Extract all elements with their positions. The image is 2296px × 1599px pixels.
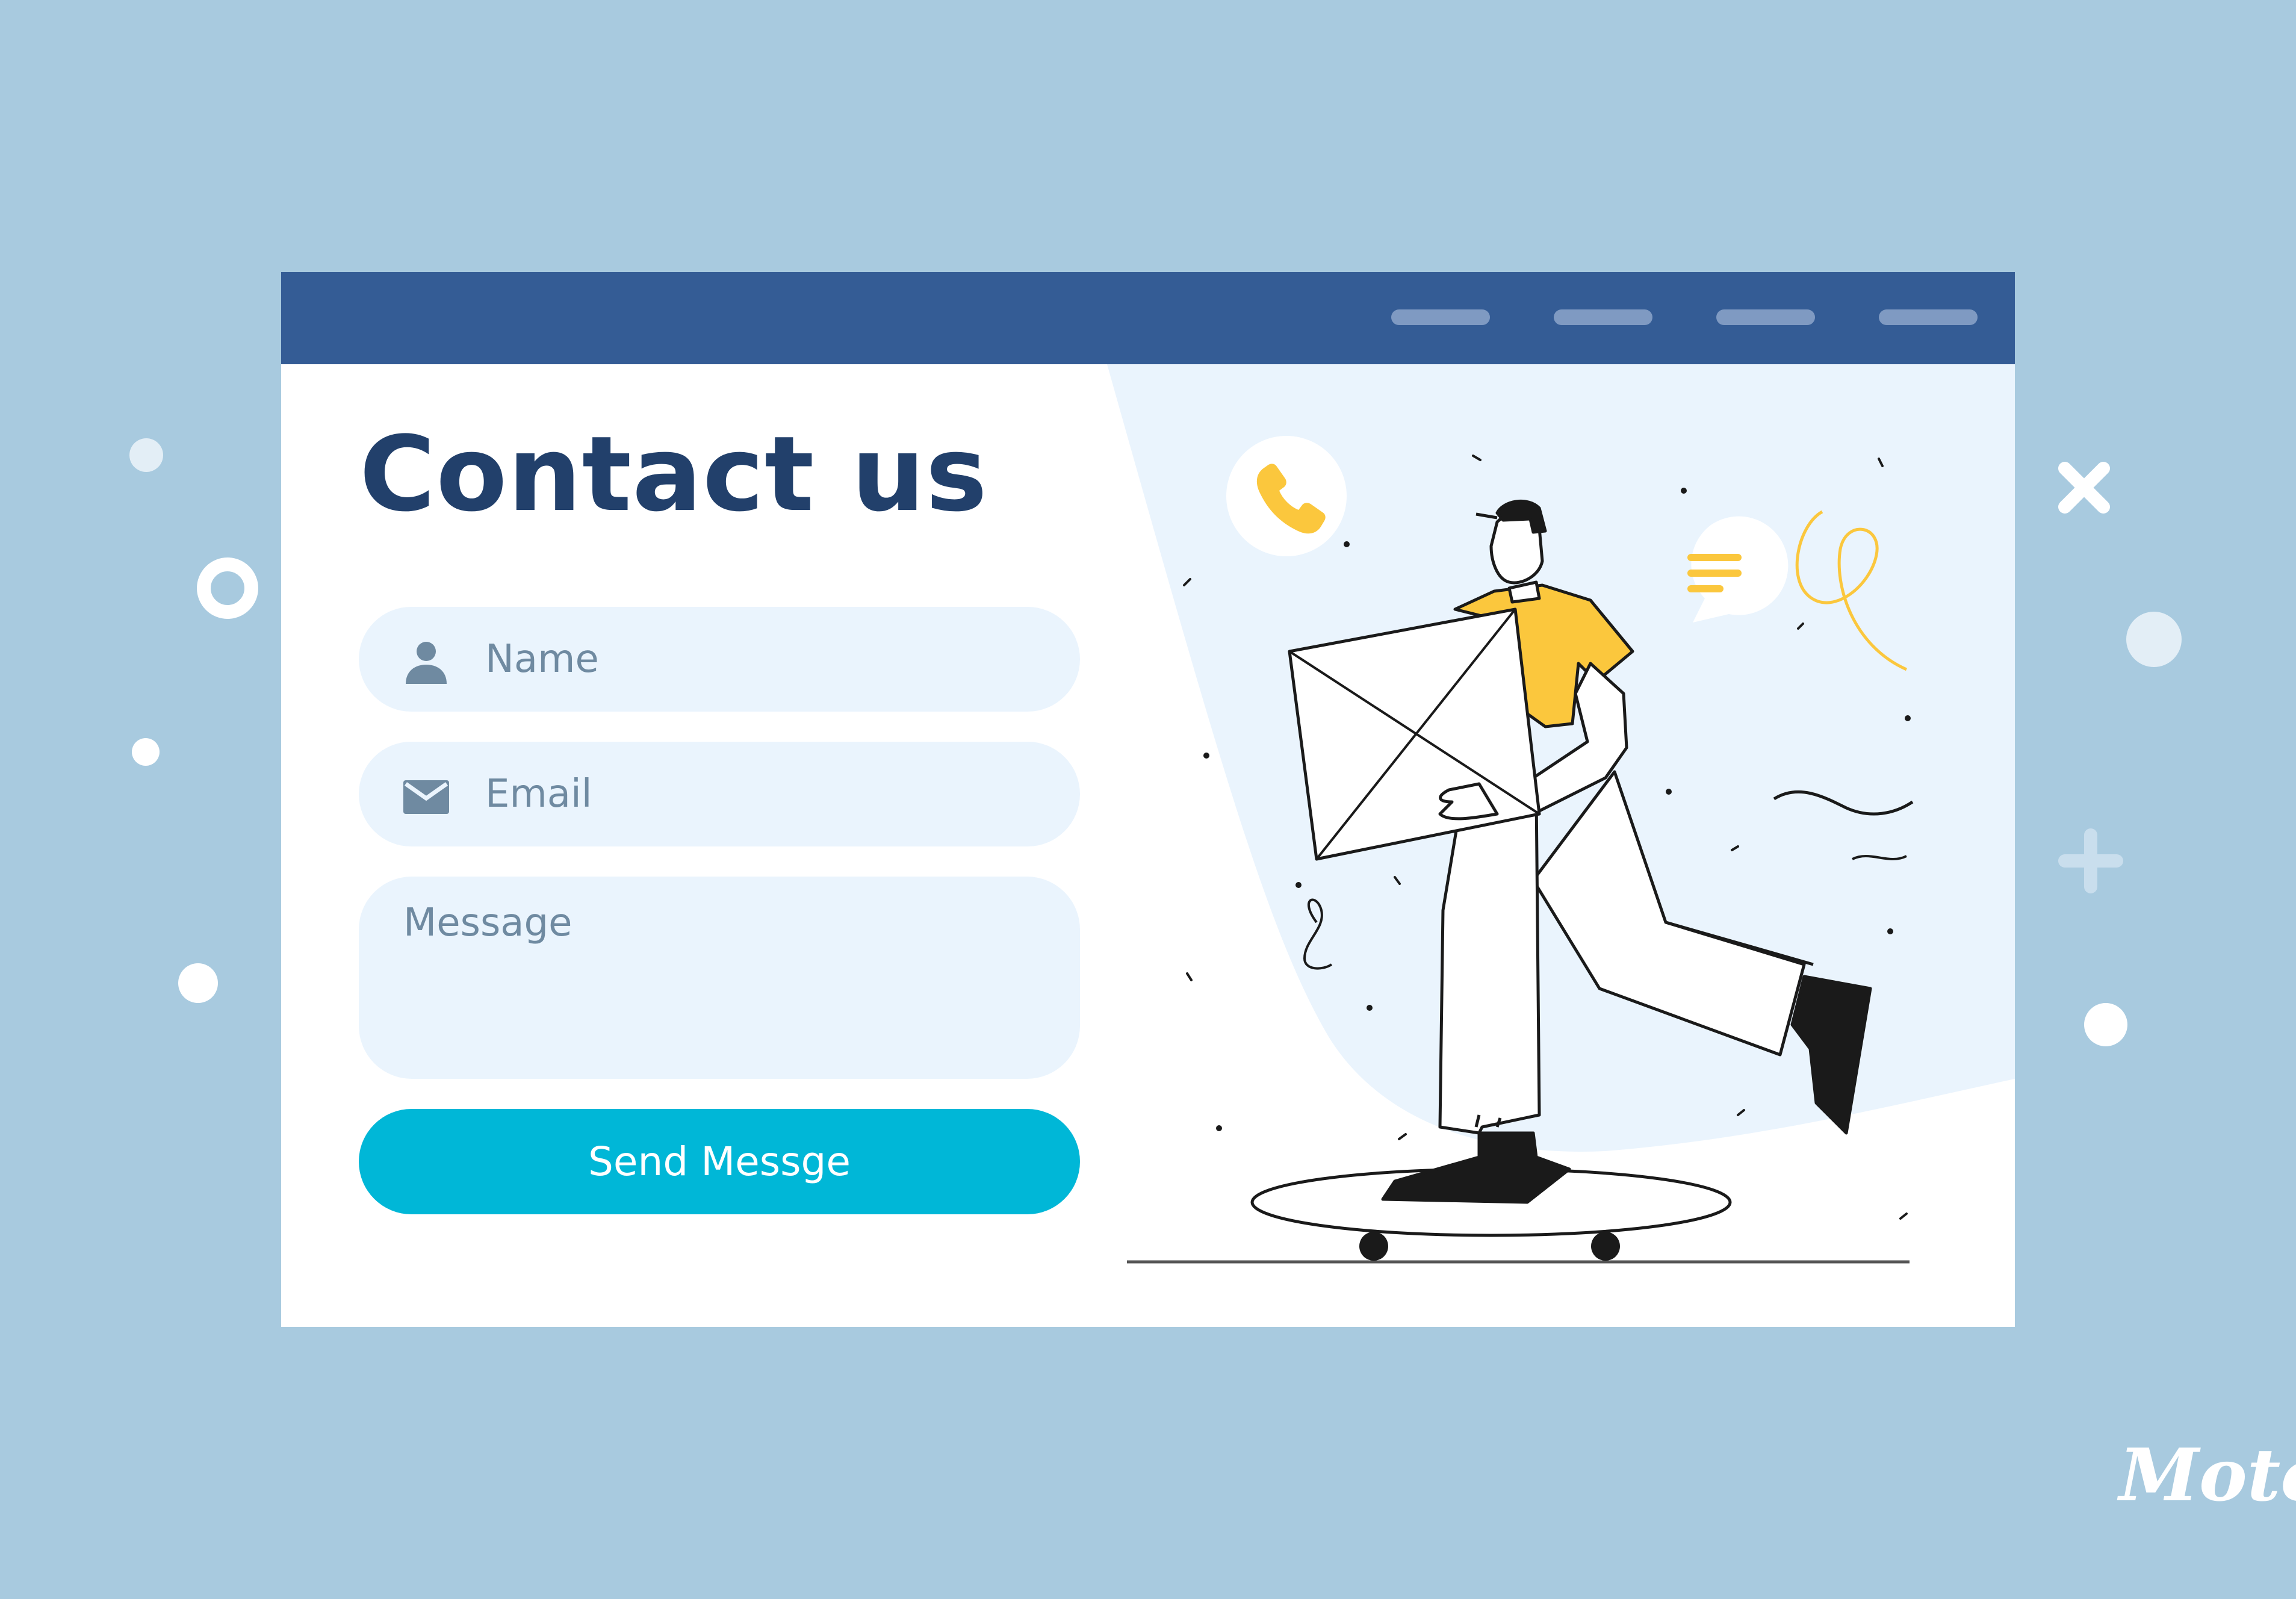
phone-badge: [1226, 436, 1347, 556]
message-field[interactable]: [359, 877, 1080, 1079]
user-icon: [406, 642, 447, 684]
email-field[interactable]: [359, 742, 1080, 846]
decor-dot: [2126, 612, 2182, 667]
page-title: Contact us: [359, 414, 988, 535]
browser-window: Contact us Send Messge: [281, 272, 2015, 1327]
envelope-icon: [403, 780, 449, 814]
decor-plus-icon: [2058, 828, 2123, 893]
name-field[interactable]: [359, 607, 1080, 712]
send-message-button[interactable]: Send Messge: [359, 1109, 1080, 1214]
name-input[interactable]: [485, 607, 1051, 712]
decor-ring: [197, 557, 258, 619]
watermark-logo: Motol: [2119, 1433, 2296, 1518]
decor-dot: [178, 963, 218, 1003]
message-input[interactable]: [403, 901, 1035, 1057]
decor-cross-icon: [2058, 462, 2110, 514]
decor-dot: [2084, 1003, 2127, 1046]
decor-dot: [132, 738, 160, 766]
decor-dot: [129, 438, 163, 472]
email-input[interactable]: [485, 742, 1051, 846]
